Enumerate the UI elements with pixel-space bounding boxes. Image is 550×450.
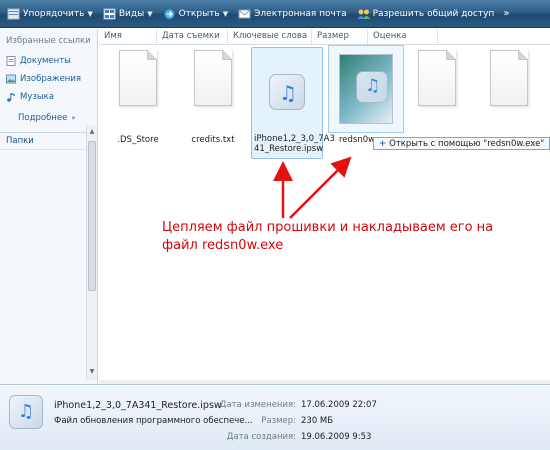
favorites-header: Избранные ссылки [6,36,91,46]
itunes-overlay-icon: ♫ [356,71,388,103]
column-keywords[interactable]: Ключевые слова [228,29,312,45]
document-icon [418,50,456,106]
size-label: Размер: [261,416,296,426]
scroll-up-arrow-icon[interactable]: ▲ [88,127,96,137]
details-filename: iPhone1,2_3,0_7A341_Restore.ipsw [54,400,222,411]
email-icon [238,8,251,20]
sidebar-item-documents[interactable]: Документы [6,56,71,66]
column-date-taken[interactable]: Дата съемки [157,29,228,45]
organize-icon [7,8,20,20]
column-name[interactable]: Имя [99,29,157,45]
drag-tooltip: + Открыть с помощью "redsn0w.exe" [373,137,550,150]
file-item-credits[interactable]: credits.txt [180,50,246,145]
itunes-file-icon: ♫ [9,395,43,429]
pictures-icon [6,74,16,84]
share-button[interactable]: Разрешить общий доступ [352,3,500,25]
more-toolbar-button[interactable]: » [503,8,509,19]
sidebar-scrollbar[interactable]: ▲ ▼ [86,125,97,380]
share-icon [357,8,370,20]
arrow-to-redsn0w [289,156,352,219]
created-value: 19.06.2009 9:53 [301,432,372,442]
file-item-ipsw[interactable]: ♫ iPhone1,2_3,0_7A3 41_Restore.ipsw [254,50,335,154]
size-value: 230 МБ [301,416,334,426]
scroll-down-arrow-icon[interactable]: ▼ [88,367,96,377]
file-item-redsn0w[interactable]: ♫ redsn0w.e [333,50,399,145]
created-label: Дата создания: [226,432,296,442]
documents-icon [6,56,16,66]
details-pane: ♫ iPhone1,2_3,0_7A341_Restore.ipsw Файл … [0,384,550,450]
document-icon [194,50,232,106]
chevron-double-down-icon: » [71,114,76,122]
folders-bar[interactable]: Папки ▲ [0,132,98,150]
more-links-button[interactable]: Подробнее » [18,113,76,123]
column-size[interactable]: Размер [312,29,368,45]
views-icon [103,8,116,20]
document-icon [119,50,157,106]
navigation-pane: Избранные ссылки Документы Изображения М… [0,29,98,384]
organize-button[interactable]: Упорядочить ▼ [2,3,98,25]
file-item-ds-store[interactable]: .DS_Store [105,50,171,145]
sidebar-item-music[interactable]: Музыка [6,92,54,102]
email-button[interactable]: Электронная почта [233,3,352,25]
annotation-text: Цепляем файл прошивки и накладываем его … [162,220,494,253]
column-rating[interactable]: Оценка [368,29,438,45]
modified-label: Дата изменения: [219,400,296,410]
plus-icon: + [379,138,387,149]
chevron-down-icon: ▼ [147,9,153,18]
sidebar-item-pictures[interactable]: Изображения [6,74,81,84]
column-header-bar: Имя Дата съемки Ключевые слова Размер Оц… [99,29,550,45]
chevron-down-icon: ▼ [87,9,93,18]
toolbar: Упорядочить ▼ Виды ▼ Открыть ▼ Электронн… [0,0,550,28]
open-icon [163,8,176,20]
document-icon [490,50,528,106]
app-icon: ♫ [339,54,393,124]
views-button[interactable]: Виды ▼ [98,3,158,25]
scrollbar-thumb[interactable] [88,141,96,291]
modified-value: 17.06.2009 22:07 [301,400,377,410]
itunes-file-icon: ♫ [269,74,305,110]
music-icon [6,92,16,102]
chevron-down-icon: ▼ [222,9,229,18]
open-button[interactable]: Открыть ▼ [158,3,234,25]
